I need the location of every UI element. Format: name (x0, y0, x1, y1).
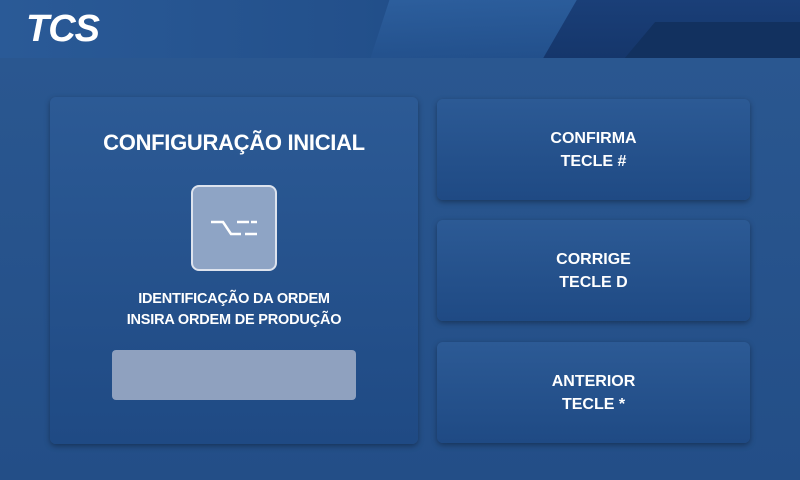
previous-button[interactable]: ANTERIOR TECLE * (437, 342, 750, 443)
correct-button-key: TECLE D (559, 274, 628, 291)
correct-button[interactable]: CORRIGE TECLE D (437, 220, 750, 321)
header-bar: TCS (0, 0, 800, 58)
confirm-button[interactable]: CONFIRMA TECLE # (437, 99, 750, 200)
previous-button-label: ANTERIOR (551, 373, 636, 390)
confirm-button-key: TECLE # (560, 153, 627, 170)
correct-button-label: CORRIGE (556, 251, 631, 268)
confirm-button-label: CONFIRMA (550, 130, 637, 147)
production-order-input[interactable] (112, 350, 356, 400)
initial-config-panel: CONFIGURAÇÃO INICIAL IDENTIFICAÇÃO DA OR… (50, 97, 418, 444)
previous-button-key: TECLE * (561, 396, 626, 413)
insert-order-prompt: INSIRA ORDEM DE PRODUÇÃO (126, 312, 342, 328)
order-identification-label: IDENTIFICAÇÃO DA ORDEM (138, 291, 330, 307)
order-icon (191, 185, 277, 271)
tcs-logo: TCS (26, 8, 100, 50)
panel-title: CONFIGURAÇÃO INICIAL (103, 130, 365, 155)
header-decoration (624, 22, 800, 58)
